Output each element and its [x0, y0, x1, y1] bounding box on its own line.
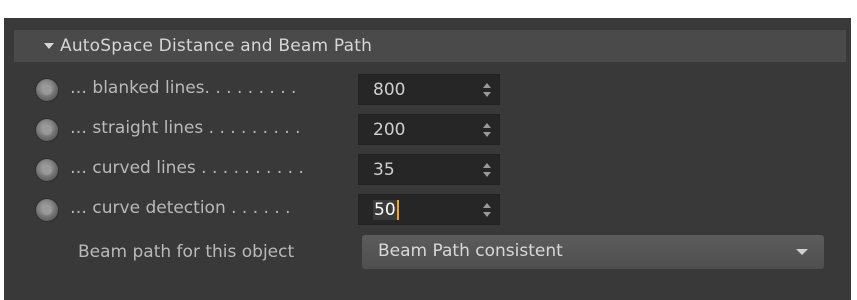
curve-detection-stepper[interactable]: 50: [358, 194, 500, 225]
up-down-arrows-icon[interactable]: [483, 163, 491, 177]
chevron-down-icon[interactable]: [796, 249, 808, 255]
radio-curved-lines[interactable]: [36, 159, 58, 181]
blanked-lines-value[interactable]: 800: [373, 80, 405, 100]
row-blanked-lines: … blanked lines. . . . . . . . . 800: [4, 73, 851, 107]
straight-lines-stepper[interactable]: 200: [358, 114, 500, 145]
section-title: AutoSpace Distance and Beam Path: [60, 36, 373, 56]
row-curve-detection: … curve detection . . . . . . 50: [4, 193, 851, 227]
curved-lines-stepper[interactable]: 35: [358, 154, 500, 185]
label-curved-lines: … curved lines . . . . . . . . . .: [70, 158, 304, 178]
row-straight-lines: … straight lines . . . . . . . . . 200: [4, 113, 851, 147]
row-curved-lines: … curved lines . . . . . . . . . . 35: [4, 153, 851, 187]
label-curve-detection: … curve detection . . . . . .: [70, 198, 291, 218]
up-down-arrows-icon[interactable]: [483, 83, 491, 97]
blanked-lines-stepper[interactable]: 800: [358, 74, 500, 105]
radio-curve-detection[interactable]: [36, 199, 58, 221]
section-header[interactable]: AutoSpace Distance and Beam Path: [14, 30, 846, 62]
autospace-panel: AutoSpace Distance and Beam Path … blank…: [4, 18, 851, 300]
curve-detection-value[interactable]: 50: [373, 200, 399, 220]
label-blanked-lines: … blanked lines. . . . . . . . .: [70, 78, 297, 98]
beam-path-selected[interactable]: Beam Path consistent: [378, 241, 563, 261]
beam-path-dropdown[interactable]: Beam Path consistent: [362, 235, 824, 269]
curved-lines-value[interactable]: 35: [373, 160, 395, 180]
collapse-triangle-icon[interactable]: [44, 43, 54, 49]
up-down-arrows-icon[interactable]: [483, 203, 491, 217]
label-straight-lines: … straight lines . . . . . . . . .: [70, 118, 301, 138]
radio-blanked-lines[interactable]: [36, 79, 58, 101]
straight-lines-value[interactable]: 200: [373, 120, 405, 140]
beam-path-label: Beam path for this object: [78, 242, 295, 262]
radio-straight-lines[interactable]: [36, 119, 58, 141]
up-down-arrows-icon[interactable]: [483, 123, 491, 137]
